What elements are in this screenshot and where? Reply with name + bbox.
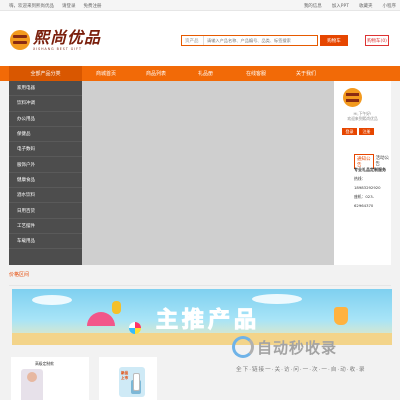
greeting: Hi,下午好! 欢迎来到熙尚优品 (334, 111, 391, 121)
top-bar: 嗨，欢迎来到熙尚优品 请登录 免费注册 我的信息 加入PPT 收藏夹 小程序 (0, 0, 400, 11)
join-link[interactable]: 加入PPT (332, 3, 349, 9)
product-caption: 高级定制款 (35, 361, 54, 366)
beach-ball-icon (129, 322, 141, 334)
auth-buttons: 登录 注册 (342, 128, 374, 135)
product-tag: 新品 上市 (121, 371, 128, 380)
avatar (343, 88, 362, 107)
logo-cn: 熙尚优品 (33, 28, 102, 47)
all-categories-button[interactable]: 全部产品分类 (9, 66, 82, 81)
product-image (21, 369, 43, 400)
panel-register-button[interactable]: 注册 (359, 128, 374, 135)
my-info-link[interactable]: 我的信息 (304, 3, 322, 9)
sidebar-item[interactable]: 家用电器 (9, 81, 82, 97)
search-box: 资产品 (181, 35, 318, 46)
panel-login-button[interactable]: 登录 (342, 128, 357, 135)
sidebar-item[interactable]: 保健品 (9, 127, 82, 143)
user-panel: Hi,下午好! 欢迎来到熙尚优品 登录 注册 通知公告 活动公告 专业礼品定制服… (334, 81, 391, 265)
site-logo[interactable]: 熙尚优品 XISHANG BEST GIFT (10, 29, 101, 51)
cart-button[interactable]: 购物车(0) (365, 35, 389, 46)
contact-info: 专业礼品定制服务 热线：18983292920 座机：023-62964370 (354, 165, 391, 210)
sidebar-item[interactable]: 服饰户外 (9, 157, 82, 173)
greeting-line-2: 欢迎来到熙尚优品 (347, 116, 378, 121)
register-link[interactable]: 免费注册 (84, 3, 102, 9)
logo-mark-icon (10, 30, 30, 50)
sidebar-item[interactable]: 办公用品 (9, 112, 82, 127)
product-card[interactable]: 高级定制款 (11, 357, 89, 400)
section-title: 价格区间 (9, 272, 30, 278)
promo-title: 主推产品 (155, 308, 261, 334)
nav-item-home[interactable]: 商城首页 (96, 66, 116, 81)
cloud-decoration (32, 295, 72, 305)
login-link[interactable]: 请登录 (62, 3, 76, 9)
nav-item-products[interactable]: 商品列表 (146, 66, 166, 81)
logo-en: XISHANG BEST GIFT (33, 47, 82, 51)
contact-phone-1: 热线：18983292920 (354, 176, 381, 190)
sidebar-item[interactable]: 车载用品 (9, 234, 82, 250)
watermark-logo-icon (232, 336, 254, 358)
sidebar-item[interactable]: 酒水饮料 (9, 188, 82, 204)
sidebar-item[interactable]: 饮料冲调 (9, 96, 82, 112)
sidebar-item[interactable]: 电子数码 (9, 142, 82, 158)
nav-item-service[interactable]: 在线客服 (246, 66, 266, 81)
product-tag-line-1: 新品 (121, 371, 129, 375)
search-scope-select[interactable]: 资产品 (182, 36, 204, 45)
product-tag-line-2: 上市 (121, 375, 129, 380)
welcome-text: 嗨，欢迎来到熙尚优品 (9, 4, 54, 9)
drink-icon (334, 307, 348, 325)
nav-item-gift-book[interactable]: 礼品册 (198, 66, 213, 81)
mini-program-link[interactable]: 小程序 (383, 3, 397, 9)
contact-phone-2: 座机：023-62964370 (354, 194, 375, 208)
bottle-icon (133, 373, 140, 391)
favorites-link[interactable]: 收藏夹 (359, 3, 373, 9)
sidebar-item[interactable]: 健康食品 (9, 173, 82, 189)
umbrella-icon (87, 312, 115, 326)
search-input[interactable] (204, 36, 312, 45)
main-nav: 全部产品分类 商城首页 商品列表 礼品册 在线客服 关于我们 (0, 66, 400, 81)
hero-banner[interactable] (82, 81, 334, 265)
pineapple-icon (112, 301, 121, 314)
section-divider (9, 285, 391, 286)
sidebar-item[interactable]: 日用百货 (9, 203, 82, 219)
contact-title: 专业礼品定制服务 (354, 167, 386, 172)
watermark-title: 自动秒收录 (257, 338, 338, 357)
product-card[interactable]: 新品 上市 (99, 357, 157, 400)
logo-text: 熙尚优品 XISHANG BEST GIFT (33, 29, 101, 51)
search-button[interactable]: 购物车 (320, 35, 348, 46)
watermark-subtitle: 全下·链接一·关·访·问·一·次·一·自·动·收·录 (236, 367, 366, 373)
top-bar-left: 嗨，欢迎来到熙尚优品 请登录 免费注册 (9, 3, 102, 9)
category-sidebar: 家用电器 饮料冲调 办公用品 保健品 电子数码 服饰户外 健康食品 酒水饮料 日… (9, 81, 82, 265)
top-bar-right: 我的信息 加入PPT 收藏夹 小程序 (304, 3, 396, 9)
sidebar-item[interactable]: 工艺摆件 (9, 219, 82, 234)
product-image: 新品 上市 (119, 367, 145, 397)
nav-item-about[interactable]: 关于我们 (296, 66, 316, 81)
watermark: 自动秒收录 (232, 336, 337, 358)
